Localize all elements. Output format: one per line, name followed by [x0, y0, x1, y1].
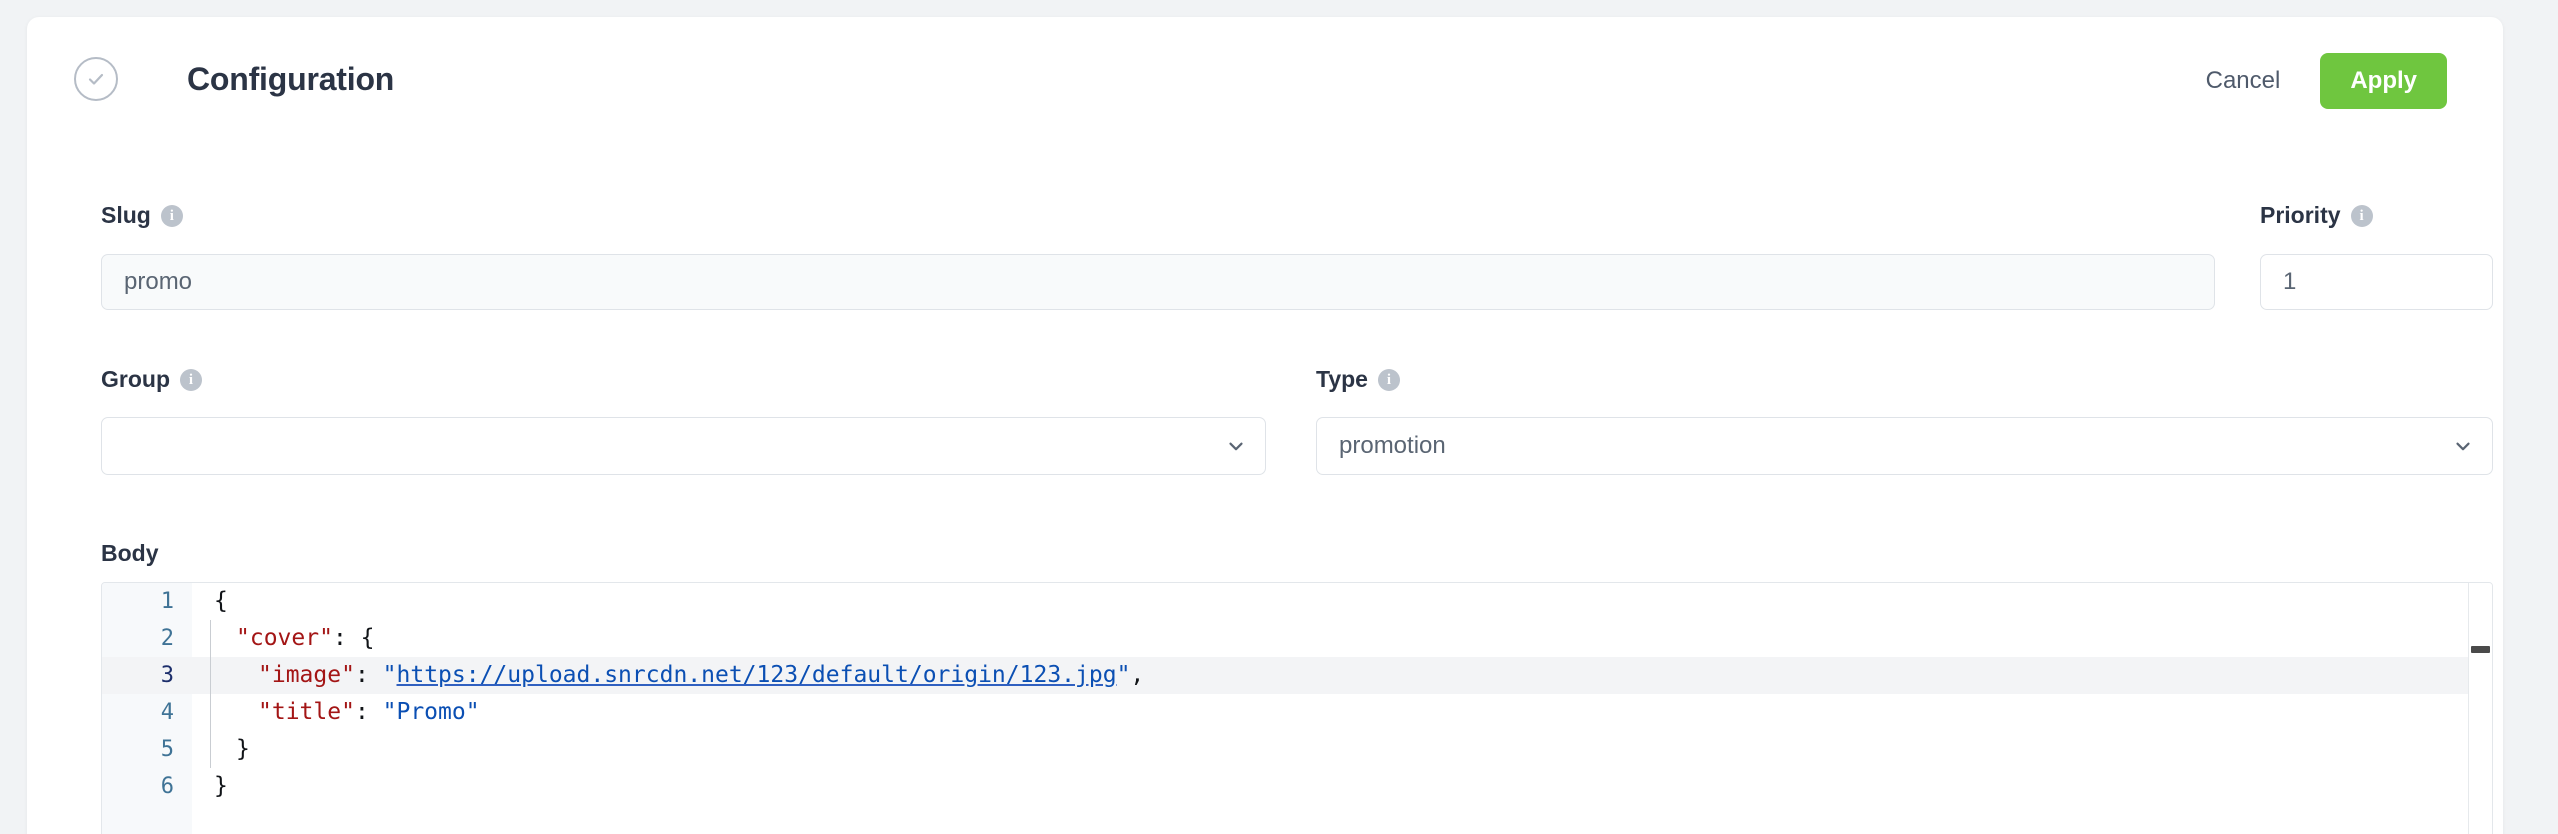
slug-label: Slug i [101, 201, 183, 229]
chevron-down-icon [1225, 435, 1247, 457]
type-label: Type i [1316, 365, 1400, 393]
code-token-punc: : { [333, 625, 375, 651]
line-number: 2 [102, 620, 174, 657]
priority-label-wrap: Priority i [2260, 201, 2373, 229]
code-token-punc: } [236, 736, 250, 762]
code-token-punc: } [214, 773, 228, 799]
group-label: Group i [101, 365, 202, 393]
code-text: } [236, 731, 250, 768]
code-token-punc: : [355, 662, 383, 688]
slug-label-wrap: Slug i [101, 201, 183, 229]
priority-label-text: Priority [2260, 201, 2341, 229]
line-number: 3 [102, 657, 174, 694]
code-token-str: " [1117, 662, 1131, 688]
info-icon[interactable]: i [180, 369, 202, 391]
code-token-str: "Promo" [383, 699, 480, 725]
code-line[interactable]: 3 "image": "https://upload.snrcdn.net/123… [102, 657, 2492, 694]
indent-guide [210, 620, 211, 768]
body-code-editor[interactable]: 1{2"cover": {3"image": "https://upload.s… [101, 582, 2493, 834]
line-number: 5 [102, 731, 174, 768]
cancel-button[interactable]: Cancel [2200, 57, 2287, 105]
code-token-key: "title" [258, 699, 355, 725]
code-token-punc: , [1130, 662, 1144, 688]
line-number: 6 [102, 768, 174, 805]
apply-button[interactable]: Apply [2320, 53, 2447, 109]
editor-code-area[interactable]: 1{2"cover": {3"image": "https://upload.s… [102, 583, 2492, 834]
info-icon[interactable]: i [2351, 205, 2373, 227]
group-label-text: Group [101, 365, 170, 393]
code-token-str: " [383, 662, 397, 688]
code-text: } [214, 768, 228, 805]
code-line[interactable]: 4 "title": "Promo" [102, 694, 2492, 731]
code-text: "image": "https://upload.snrcdn.net/123/… [258, 657, 1144, 694]
code-token-link[interactable]: https://upload.snrcdn.net/123/default/or… [397, 662, 1117, 688]
body-label: Body [101, 539, 159, 567]
line-number: 4 [102, 694, 174, 731]
code-line[interactable]: 5} [102, 731, 2492, 768]
slug-label-text: Slug [101, 201, 151, 229]
code-text: "title": "Promo" [258, 694, 480, 731]
info-icon[interactable]: i [1378, 369, 1400, 391]
code-token-key: "image" [258, 662, 355, 688]
slug-input[interactable] [101, 254, 2215, 310]
code-token-punc: : [355, 699, 383, 725]
check-circle-icon [74, 57, 118, 101]
code-text: "cover": { [236, 620, 374, 657]
code-line[interactable]: 6} [102, 768, 2492, 805]
card-header: Configuration Cancel Apply [27, 17, 2503, 139]
chevron-down-icon [2452, 435, 2474, 457]
type-select[interactable]: promotion [1316, 417, 2493, 475]
group-label-wrap: Group i [101, 365, 202, 393]
type-label-text: Type [1316, 365, 1368, 393]
type-select-value: promotion [1339, 432, 2452, 460]
code-token-key: "cover" [236, 625, 333, 651]
line-number: 1 [102, 583, 174, 620]
code-token-punc: { [214, 588, 228, 614]
configuration-card: Configuration Cancel Apply Slug i Priori… [27, 17, 2503, 834]
group-select[interactable] [101, 417, 1266, 475]
code-text: { [214, 583, 228, 620]
page-title: Configuration [187, 58, 394, 100]
page-root: Configuration Cancel Apply Slug i Priori… [0, 0, 2558, 834]
header-actions: Cancel Apply [2200, 53, 2447, 109]
priority-label: Priority i [2260, 201, 2373, 229]
code-line[interactable]: 2 "cover": { [102, 620, 2492, 657]
info-icon[interactable]: i [161, 205, 183, 227]
editor-overview-ruler[interactable] [2468, 583, 2492, 834]
body-label-wrap: Body [101, 539, 159, 567]
code-line[interactable]: 1{ [102, 583, 2492, 620]
priority-input[interactable] [2260, 254, 2493, 310]
overview-ruler-mark [2471, 646, 2490, 653]
type-label-wrap: Type i [1316, 365, 1400, 393]
